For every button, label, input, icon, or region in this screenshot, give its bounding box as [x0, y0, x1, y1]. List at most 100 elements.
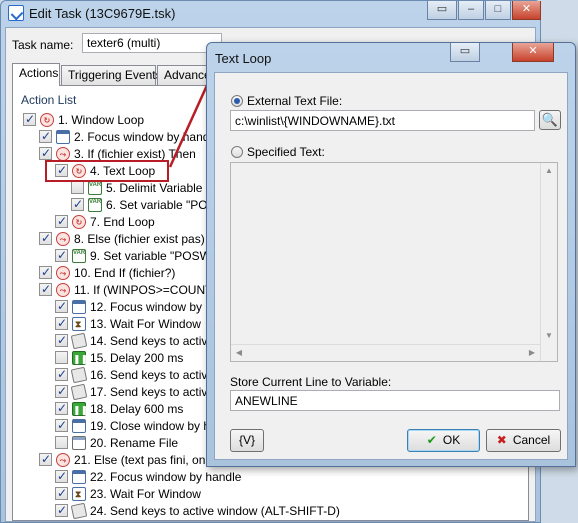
- action-checkbox[interactable]: [39, 452, 52, 466]
- keys-icon: [70, 332, 88, 349]
- browse-file-button[interactable]: 🔍: [539, 110, 561, 130]
- dialog-restore-button[interactable]: ▭: [450, 43, 480, 62]
- loop-icon: ↻: [72, 214, 86, 229]
- vertical-scrollbar[interactable]: ▲ ▼: [540, 163, 557, 361]
- action-label: 22. Focus window by handle: [90, 469, 242, 484]
- action-label: 10. End If (fichier?): [74, 265, 176, 280]
- action-label: 1. Window Loop: [58, 112, 145, 127]
- condition-icon: ⤳: [56, 231, 70, 246]
- restore-layout-button[interactable]: ▭: [427, 1, 457, 20]
- action-checkbox[interactable]: [55, 333, 68, 347]
- external-file-radio[interactable]: [231, 95, 243, 107]
- condition-icon: ⤳: [56, 452, 70, 467]
- window-icon: [56, 129, 70, 144]
- action-row[interactable]: 22. Focus window by handle: [55, 468, 241, 485]
- action-row[interactable]: ⤳ 21. Else (text pas fini, on écri: [39, 451, 228, 468]
- task-name-input[interactable]: texter6 (multi): [82, 33, 222, 53]
- minimize-button[interactable]: –: [458, 1, 484, 20]
- action-row[interactable]: ❚❚ 15. Delay 200 ms: [55, 349, 183, 366]
- action-row[interactable]: ⤳ 10. End If (fichier?): [39, 264, 175, 281]
- store-variable-input[interactable]: ANEWLINE: [230, 390, 560, 411]
- check-icon: ✔: [426, 433, 437, 447]
- action-label: 18. Delay 600 ms: [90, 401, 184, 416]
- window-icon: [72, 299, 86, 314]
- horizontal-scrollbar[interactable]: ◀ ▶: [231, 344, 540, 361]
- delay-icon: ❚❚: [72, 350, 88, 365]
- action-checkbox[interactable]: [39, 282, 52, 296]
- tab-actions[interactable]: Actions: [12, 63, 60, 86]
- variable-icon: VAR: [88, 180, 102, 195]
- action-checkbox[interactable]: [55, 316, 68, 330]
- cancel-icon: ✖: [496, 433, 507, 447]
- action-checkbox[interactable]: [55, 384, 68, 398]
- action-checkbox[interactable]: [55, 401, 68, 415]
- action-row[interactable]: 13. Wait For Window: [55, 315, 201, 332]
- variable-icon: VAR: [88, 197, 102, 212]
- action-checkbox[interactable]: [39, 265, 52, 279]
- action-row[interactable]: 17. Send keys to active wi: [55, 383, 229, 400]
- action-checkbox[interactable]: [71, 181, 84, 194]
- action-checkbox[interactable]: [39, 231, 52, 245]
- cancel-button[interactable]: ✖ Cancel: [486, 429, 561, 452]
- variable-icon: VAR: [72, 248, 86, 263]
- variable-button[interactable]: {V}: [230, 429, 264, 452]
- action-row[interactable]: ↻ 7. End Loop: [55, 213, 155, 230]
- highlight-box: [45, 160, 169, 182]
- scroll-left-icon[interactable]: ◀: [231, 345, 247, 361]
- action-row[interactable]: 2. Focus window by handle: [39, 128, 219, 145]
- action-checkbox[interactable]: [23, 112, 36, 126]
- action-checkbox[interactable]: [71, 197, 84, 211]
- store-line-label: Store Current Line to Variable:: [230, 375, 392, 389]
- action-label: 5. Delimit Variable: [106, 180, 203, 195]
- action-row[interactable]: 16. Send keys to active wi: [55, 366, 229, 383]
- search-icon: 🔍: [541, 112, 559, 127]
- action-label: 20. Rename File: [90, 435, 179, 450]
- action-row[interactable]: ↻ 1. Window Loop: [23, 111, 144, 128]
- keys-icon: [70, 383, 88, 400]
- condition-icon: ⤳: [56, 146, 70, 161]
- wait-icon: [72, 316, 86, 331]
- window-title: Edit Task (13C9679E.tsk): [29, 6, 176, 21]
- action-checkbox[interactable]: [55, 469, 68, 483]
- action-row[interactable]: ❚❚18. Delay 600 ms: [55, 400, 183, 417]
- maximize-button[interactable]: □: [485, 1, 511, 20]
- scroll-right-icon[interactable]: ▶: [524, 345, 540, 361]
- action-checkbox[interactable]: [55, 351, 68, 364]
- action-row[interactable]: ⤳11. If (WINPOS>=COUNT) Th: [39, 281, 234, 298]
- action-checkbox[interactable]: [55, 299, 68, 313]
- condition-icon: ⤳: [56, 282, 70, 297]
- action-checkbox[interactable]: [55, 436, 68, 449]
- external-file-label: External Text File:: [247, 94, 343, 108]
- action-row[interactable]: 23. Wait For Window: [55, 485, 201, 502]
- cancel-label: Cancel: [512, 433, 551, 447]
- scroll-down-icon[interactable]: ▼: [541, 328, 557, 344]
- action-label: 23. Wait For Window: [90, 486, 201, 501]
- action-row[interactable]: 24. Send keys to active window (ALT-SHIF…: [55, 502, 340, 519]
- action-checkbox[interactable]: [55, 503, 68, 517]
- action-label: 13. Wait For Window: [90, 316, 201, 331]
- scroll-up-icon[interactable]: ▲: [541, 163, 557, 179]
- action-checkbox[interactable]: [55, 367, 68, 381]
- action-row[interactable]: 14. Send keys to active wi: [55, 332, 229, 349]
- action-checkbox[interactable]: [55, 486, 68, 500]
- action-label: 2. Focus window by handle: [74, 129, 219, 144]
- close-button[interactable]: ✕: [512, 1, 541, 20]
- titlebar[interactable]: Edit Task (13C9679E.tsk) ▭ – □ ✕: [1, 1, 541, 27]
- delay-icon: ❚❚: [72, 401, 88, 416]
- dialog-close-button[interactable]: ✕: [512, 43, 554, 62]
- action-checkbox[interactable]: [39, 129, 52, 143]
- action-checkbox[interactable]: [55, 418, 68, 432]
- action-checkbox[interactable]: [55, 214, 68, 228]
- action-row[interactable]: ⤳ 8. Else (fichier exist pas): [39, 230, 205, 247]
- action-checkbox[interactable]: [39, 146, 52, 160]
- specified-text-radio[interactable]: [231, 146, 243, 158]
- external-file-input[interactable]: c:\winlist\{WINDOWNAME}.txt: [230, 110, 535, 131]
- tab-triggering-events[interactable]: Triggering Events: [61, 65, 162, 85]
- ok-button[interactable]: ✔ OK: [407, 429, 480, 452]
- action-row[interactable]: 20. Rename File: [55, 434, 178, 451]
- action-list-header: Action List: [21, 93, 77, 107]
- action-row[interactable]: 19. Close window by hand: [55, 417, 230, 434]
- specified-text-area[interactable]: ▲ ▼ ◀ ▶: [230, 162, 558, 362]
- window-icon: [72, 469, 86, 484]
- action-checkbox[interactable]: [55, 248, 68, 262]
